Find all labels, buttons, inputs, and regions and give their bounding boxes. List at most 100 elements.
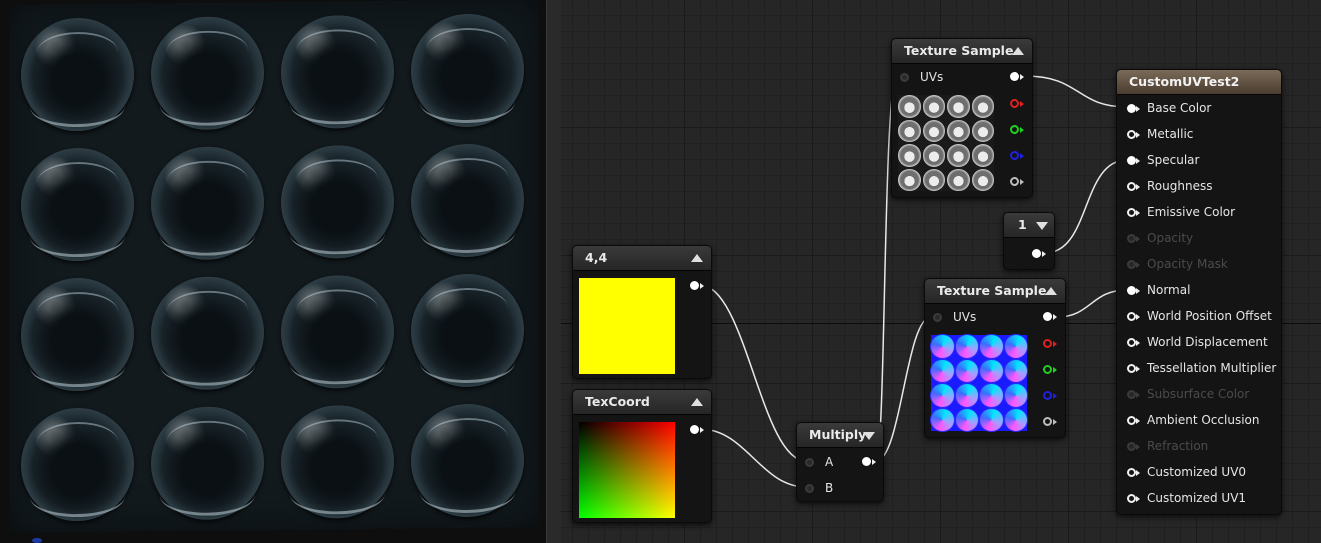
node-header[interactable]: 1 xyxy=(1004,213,1054,238)
rgb-output-pin[interactable] xyxy=(1010,72,1019,81)
material-input-metallic: Metallic xyxy=(1127,126,1277,142)
constant2vector-node[interactable]: 4,4 xyxy=(572,245,712,379)
input-pin[interactable] xyxy=(1127,182,1136,191)
texcoord-node[interactable]: TexCoord xyxy=(572,389,712,523)
r-output-pin[interactable] xyxy=(1010,99,1019,108)
thumbnail-tile xyxy=(898,95,921,118)
input-b-label: B xyxy=(825,481,834,495)
input-pin xyxy=(1127,260,1136,269)
collapse-arrow-icon[interactable] xyxy=(691,254,703,262)
a-output-pin[interactable] xyxy=(1043,417,1052,426)
input-pin xyxy=(1127,234,1136,243)
input-pin[interactable] xyxy=(1127,468,1136,477)
input-pin[interactable] xyxy=(1127,130,1136,139)
preview-bubble xyxy=(411,143,524,258)
uvs-input-pin[interactable] xyxy=(900,73,909,82)
input-pin[interactable] xyxy=(1127,494,1136,503)
output-pin[interactable] xyxy=(690,281,699,290)
input-label: Metallic xyxy=(1147,127,1194,141)
rgb-output-pin[interactable] xyxy=(1043,312,1052,321)
node-title: TexCoord xyxy=(585,394,650,409)
input-pin[interactable] xyxy=(1127,338,1136,347)
thumbnail-tile xyxy=(898,168,921,191)
input-label: Subsurface Color xyxy=(1147,387,1250,401)
multiply-node[interactable]: Multiply A B xyxy=(796,422,884,502)
node-header[interactable]: 4,4 xyxy=(573,246,711,271)
input-pin[interactable] xyxy=(1127,416,1136,425)
preview-bubble xyxy=(21,17,134,132)
material-input-tessellation-multiplier: Tessellation Multiplier xyxy=(1127,360,1277,376)
g-output-pin[interactable] xyxy=(1010,125,1019,134)
node-header[interactable]: CustomUVTest2 xyxy=(1117,70,1281,95)
thumbnail-tile xyxy=(971,119,994,142)
node-header[interactable]: TexCoord xyxy=(573,390,711,415)
collapse-arrow-icon[interactable] xyxy=(691,398,703,406)
r-output-pin[interactable] xyxy=(1043,339,1052,348)
output-pin[interactable] xyxy=(862,457,871,466)
panel-splitter[interactable] xyxy=(546,0,562,543)
output-pin[interactable] xyxy=(690,425,699,434)
input-arrow-icon xyxy=(1136,132,1140,138)
input-label: Ambient Occlusion xyxy=(1147,413,1260,427)
material-graph-canvas[interactable]: 4,4 TexCoord Multiply A B Texture Sample… xyxy=(561,0,1321,543)
input-arrow-icon xyxy=(1136,314,1140,320)
input-a-pin[interactable] xyxy=(805,458,814,467)
material-input-ambient-occlusion: Ambient Occlusion xyxy=(1127,412,1277,428)
node-header[interactable]: Texture Sample xyxy=(925,279,1065,304)
material-input-opacity-mask: Opacity Mask xyxy=(1127,256,1277,272)
thumbnail-tile xyxy=(931,335,954,358)
input-arrow-icon xyxy=(1136,340,1140,346)
constant-node[interactable]: 1 xyxy=(1003,212,1055,270)
material-result-node[interactable]: CustomUVTest2 Base Color Metallic Specular… xyxy=(1116,69,1282,515)
node-title: Multiply xyxy=(809,427,867,442)
bubble-texture-thumbnail xyxy=(898,95,994,191)
preview-bubble xyxy=(21,407,134,522)
texture-sample-node-2[interactable]: Texture Sample UVs xyxy=(924,278,1066,438)
output-pin[interactable] xyxy=(1032,249,1041,258)
input-pin[interactable] xyxy=(1127,364,1136,373)
output-arrow-icon xyxy=(1020,101,1024,107)
thumbnail-tile xyxy=(955,359,978,382)
input-pin[interactable] xyxy=(1127,286,1136,295)
material-input-subsurface-color: Subsurface Color xyxy=(1127,386,1277,402)
color-preview-swatch xyxy=(579,278,675,374)
thumbnail-tile xyxy=(922,144,945,167)
input-label: Customized UV0 xyxy=(1147,465,1247,479)
thumbnail-tile xyxy=(980,335,1003,358)
collapse-arrow-icon[interactable] xyxy=(1012,47,1024,55)
node-header[interactable]: Texture Sample xyxy=(892,39,1032,64)
expand-arrow-icon[interactable] xyxy=(863,432,875,440)
thumbnail-tile xyxy=(1004,335,1027,358)
thumbnail-tile xyxy=(1004,408,1027,431)
uvs-input-pin[interactable] xyxy=(933,313,942,322)
thumbnail-tile xyxy=(980,408,1003,431)
output-arrow-icon xyxy=(1053,341,1057,347)
input-pin[interactable] xyxy=(1127,104,1136,113)
material-input-base-color: Base Color xyxy=(1127,100,1277,116)
node-header[interactable]: Multiply xyxy=(797,423,883,448)
output-arrow-icon xyxy=(1053,314,1057,320)
material-input-refraction: Refraction xyxy=(1127,438,1277,454)
input-label: Tessellation Multiplier xyxy=(1147,361,1277,375)
input-pin[interactable] xyxy=(1127,208,1136,217)
b-output-pin[interactable] xyxy=(1043,391,1052,400)
input-b-pin[interactable] xyxy=(805,484,814,493)
material-preview-viewport[interactable] xyxy=(0,0,546,543)
input-arrow-icon xyxy=(1136,366,1140,372)
input-arrow-icon xyxy=(1136,158,1140,164)
g-output-pin[interactable] xyxy=(1043,365,1052,374)
thumbnail-tile xyxy=(1004,384,1027,407)
thumbnail-tile xyxy=(955,408,978,431)
b-output-pin[interactable] xyxy=(1010,151,1019,160)
uvs-input-row: UVs xyxy=(900,69,980,85)
input-pin[interactable] xyxy=(1127,312,1136,321)
texture-sample-node-1[interactable]: Texture Sample UVs xyxy=(891,38,1033,198)
input-arrow-icon xyxy=(1136,288,1140,294)
expand-arrow-icon[interactable] xyxy=(1036,222,1048,230)
a-output-pin[interactable] xyxy=(1010,177,1019,186)
input-pin[interactable] xyxy=(1127,156,1136,165)
node-title: Texture Sample xyxy=(937,283,1047,298)
thumbnail-tile xyxy=(898,119,921,142)
input-label: Roughness xyxy=(1147,179,1213,193)
collapse-arrow-icon[interactable] xyxy=(1045,287,1057,295)
